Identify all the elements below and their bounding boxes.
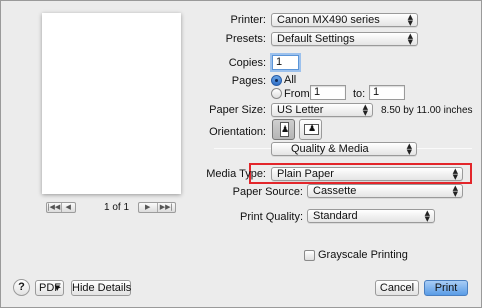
paper-size-label: Paper Size: xyxy=(209,104,266,116)
paper-source-value: Cassette xyxy=(313,185,357,197)
orientation-landscape-button[interactable]: ♟ xyxy=(299,119,322,140)
presets-popup[interactable]: Default Settings ▲ ▼ xyxy=(271,32,418,46)
paper-size-value: US Letter xyxy=(277,104,324,116)
preview-first-prev-buttons[interactable]: |◀◀ ◀ xyxy=(46,202,76,213)
print-quality-value: Standard xyxy=(313,210,358,222)
printer-popup[interactable]: Canon MX490 series ▲ ▼ xyxy=(271,13,418,27)
cancel-button[interactable]: Cancel xyxy=(375,280,419,296)
print-button[interactable]: Print xyxy=(424,280,468,296)
print-quality-popup[interactable]: Standard ▲ ▼ xyxy=(307,209,435,223)
media-type-value: Plain Paper xyxy=(277,168,334,180)
page-preview xyxy=(42,13,181,194)
pages-from-radio[interactable] xyxy=(271,88,282,99)
pages-from-field[interactable]: 1 xyxy=(310,85,346,100)
copies-field[interactable]: 1 xyxy=(272,55,299,70)
print-dialog: |◀◀ ◀ 1 of 1 ▶ ▶▶| Printer: Canon MX490 … xyxy=(0,0,482,308)
pdf-menu-button[interactable]: PDF ▼ xyxy=(35,280,64,296)
dropdown-arrow-icon: ▼ xyxy=(54,284,60,292)
pages-to-field[interactable]: 1 xyxy=(369,85,405,100)
grayscale-checkbox[interactable] xyxy=(304,250,315,261)
page-count: 1 of 1 xyxy=(104,202,130,213)
paper-source-popup[interactable]: Cassette ▲ ▼ xyxy=(307,184,463,198)
hide-details-button[interactable]: Hide Details xyxy=(71,280,131,296)
presets-label: Presets: xyxy=(225,33,266,45)
next-page-icon[interactable]: ▶ xyxy=(139,203,157,212)
section-popup[interactable]: Quality & Media ▲ ▼ xyxy=(271,142,417,156)
orientation-label: Orientation: xyxy=(209,126,266,138)
popup-arrows-icon: ▲ ▼ xyxy=(424,209,430,223)
popup-arrows-icon: ▲ ▼ xyxy=(407,13,413,27)
media-type-popup[interactable]: Plain Paper ▲ ▼ xyxy=(271,167,463,181)
orientation-portrait-button[interactable]: ♟ xyxy=(272,119,295,140)
help-button[interactable]: ? xyxy=(13,279,30,296)
copies-label: Copies: xyxy=(228,57,266,69)
pages-label: Pages: xyxy=(231,75,266,87)
first-page-icon[interactable]: |◀◀ xyxy=(47,203,61,212)
pages-to-label: to: xyxy=(353,88,366,100)
media-type-label: Media Type: xyxy=(206,168,266,180)
section-popup-value: Quality & Media xyxy=(291,143,369,155)
paper-source-label: Paper Source: xyxy=(232,186,303,198)
printer-value: Canon MX490 series xyxy=(277,14,380,26)
popup-arrows-icon: ▲ ▼ xyxy=(362,103,368,117)
pages-all-label: All xyxy=(284,74,297,86)
popup-arrows-icon: ▲ ▼ xyxy=(406,142,412,156)
popup-arrows-icon: ▲ ▼ xyxy=(452,167,458,181)
paper-size-popup[interactable]: US Letter ▲ ▼ xyxy=(271,103,373,117)
print-quality-label: Print Quality: xyxy=(240,211,303,223)
popup-arrows-icon: ▲ ▼ xyxy=(407,32,413,46)
pages-all-radio[interactable] xyxy=(271,75,282,86)
previous-page-icon[interactable]: ◀ xyxy=(60,203,76,212)
popup-arrows-icon: ▲ ▼ xyxy=(452,184,458,198)
landscape-figure-icon: ♟ xyxy=(308,124,317,134)
presets-value: Default Settings xyxy=(277,33,355,45)
paper-size-dimensions: 8.50 by 11.00 inches xyxy=(381,105,473,116)
portrait-figure-icon: ♟ xyxy=(281,125,290,135)
pages-from-label: From: xyxy=(284,88,313,100)
grayscale-label: Grayscale Printing xyxy=(318,249,408,261)
preview-next-last-buttons[interactable]: ▶ ▶▶| xyxy=(138,202,176,213)
last-page-icon[interactable]: ▶▶| xyxy=(156,203,176,212)
preview-pager: |◀◀ ◀ 1 of 1 ▶ ▶▶| xyxy=(46,201,186,215)
printer-label: Printer: xyxy=(230,14,266,26)
